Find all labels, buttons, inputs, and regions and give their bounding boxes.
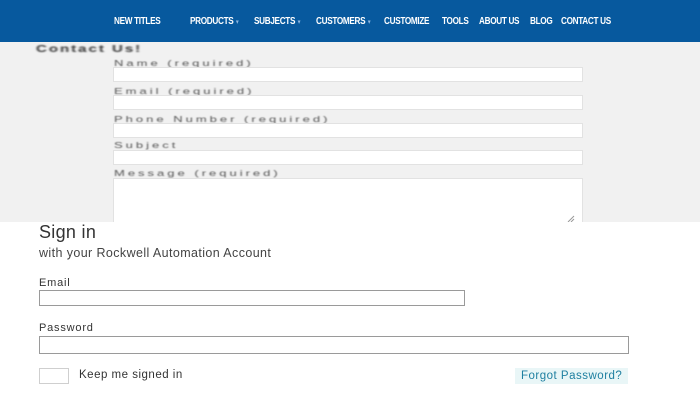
- nav-item-new-titles[interactable]: NEW TITLES: [114, 16, 161, 27]
- forgot-password-link[interactable]: Forgot Password?: [515, 368, 629, 384]
- keep-signed-in-checkbox[interactable]: [39, 368, 69, 384]
- name-field[interactable]: [113, 67, 583, 82]
- nav-item-blog[interactable]: BLOG: [530, 16, 553, 27]
- subject-field-label: Subject: [114, 140, 179, 150]
- email-label: Email: [39, 277, 71, 289]
- nav-item-label: CUSTOMERS: [315, 15, 366, 27]
- page-title: Sign in: [39, 222, 97, 242]
- top-navigation-bar: NEW TITLES PRODUCTS ▾ SUBJECTS ▾ CUSTOMERS…: [0, 0, 700, 42]
- password-label: Password: [39, 322, 94, 334]
- message-field-label: Message (required): [114, 168, 281, 178]
- nav-item-contact-us[interactable]: CONTACT US: [561, 16, 611, 27]
- email-input[interactable]: [39, 290, 465, 306]
- nav-item-products[interactable]: PRODUCTS ▾: [189, 15, 239, 27]
- contact-form-title: Contact Us!: [36, 43, 143, 55]
- nav-item-customers[interactable]: CUSTOMERS ▾: [315, 15, 371, 27]
- chevron-down-icon: ▾: [297, 18, 300, 26]
- subject-field[interactable]: [113, 150, 583, 165]
- keep-signed-in-label: Keep me signed in: [79, 369, 183, 381]
- nav-menu: NEW TITLES PRODUCTS ▾ SUBJECTS ▾ CUSTOMERS…: [114, 0, 641, 42]
- contact-email-field[interactable]: [113, 95, 583, 110]
- chevron-down-icon: ▾: [367, 18, 371, 26]
- contact-form-section: Contact Us! Name (required) Email (requi…: [0, 42, 700, 222]
- signin-section: Sign in with your Rockwell Automation Ac…: [0, 222, 700, 400]
- page-subtitle: with your Rockwell Automation Account: [39, 246, 272, 260]
- message-textarea[interactable]: [113, 178, 583, 222]
- phone-field[interactable]: [113, 123, 583, 138]
- nav-item-customize[interactable]: CUSTOMIZE: [384, 16, 430, 27]
- nav-item-tools[interactable]: TOOLS: [442, 16, 469, 27]
- resize-handle-icon[interactable]: [567, 215, 575, 222]
- password-input[interactable]: [39, 336, 629, 354]
- nav-item-about-us[interactable]: ABOUT US: [479, 16, 520, 27]
- chevron-down-icon: ▾: [235, 18, 238, 26]
- nav-item-label: SUBJECTS: [253, 15, 295, 27]
- nav-item-label: PRODUCTS: [189, 15, 234, 27]
- nav-item-subjects[interactable]: SUBJECTS ▾: [254, 16, 300, 27]
